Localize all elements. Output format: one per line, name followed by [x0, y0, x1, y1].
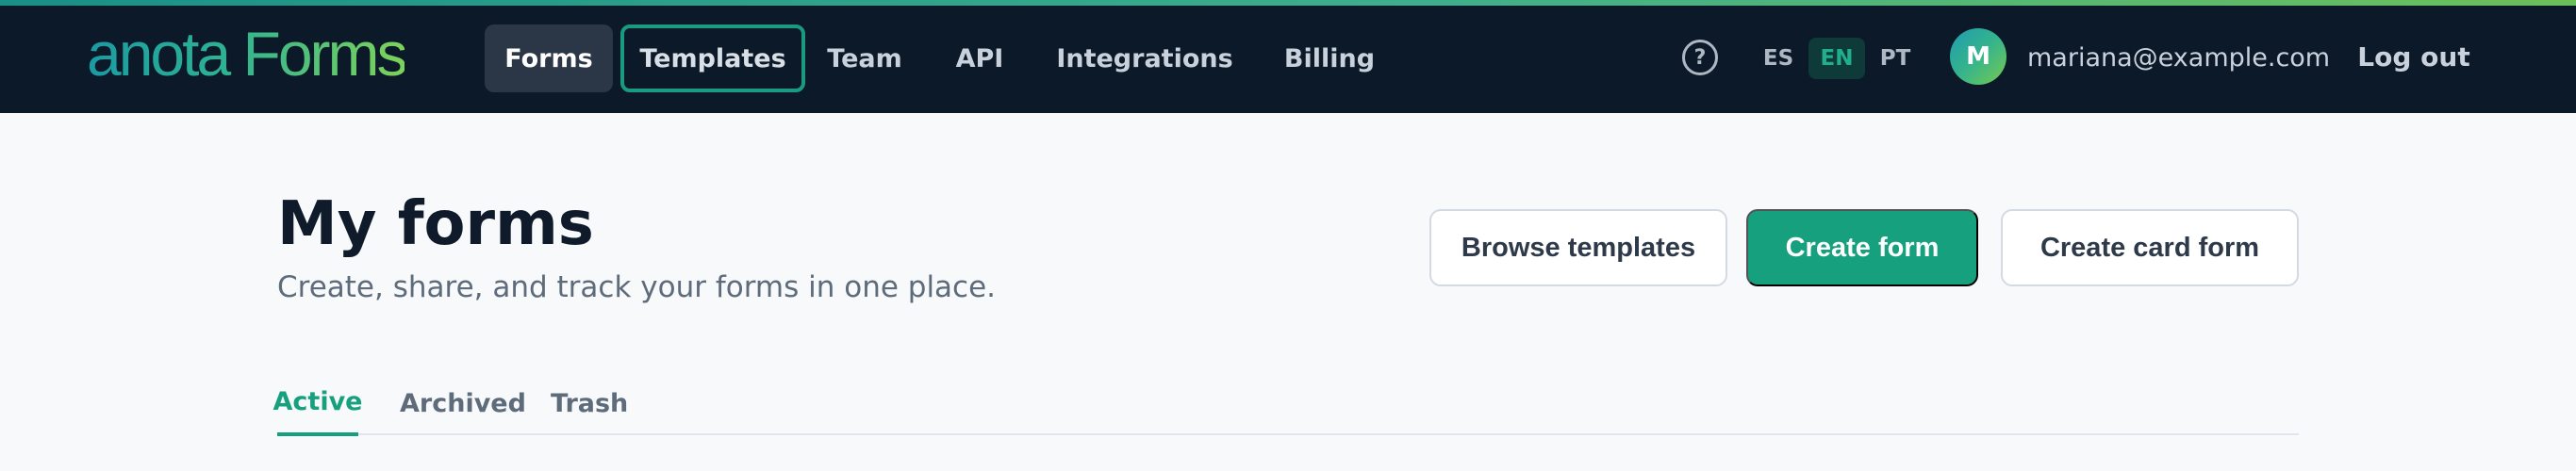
logout-button[interactable]: Log out: [2348, 34, 2480, 79]
user-email[interactable]: mariana@example.com: [2027, 40, 2330, 77]
nav-item-integrations[interactable]: Integrations: [1033, 24, 1256, 92]
browse-templates-button[interactable]: Browse templates: [1429, 209, 1727, 286]
nav-item-api[interactable]: API: [935, 24, 1024, 92]
page-title: My forms: [277, 189, 594, 259]
language-en-button[interactable]: EN: [1808, 38, 1865, 79]
brand-logo[interactable]: anota Forms: [87, 21, 407, 87]
page-subtitle: Create, share, and track your forms in o…: [277, 270, 997, 304]
nav-item-team[interactable]: Team: [805, 24, 924, 92]
user-avatar[interactable]: M: [1950, 28, 2006, 85]
create-card-form-button[interactable]: Create card form: [2001, 209, 2299, 286]
tab-active[interactable]: Active: [273, 371, 363, 436]
tab-archived[interactable]: Archived: [400, 371, 526, 435]
language-pt-button[interactable]: PT: [1873, 38, 1918, 79]
accent-strip: [0, 0, 2576, 6]
main-nav: Forms Templates Team API Integrations Bi…: [485, 24, 1395, 92]
top-navigation-bar: anota Forms Forms Templates Team API Int…: [0, 0, 2576, 113]
nav-item-forms[interactable]: Forms: [485, 24, 613, 92]
nav-item-templates[interactable]: Templates: [620, 24, 805, 92]
question-circle-icon[interactable]: ?: [1682, 40, 1718, 75]
tab-trash[interactable]: Trash: [551, 371, 628, 435]
nav-item-billing[interactable]: Billing: [1263, 24, 1395, 92]
language-es-button[interactable]: ES: [1756, 38, 1801, 79]
create-form-button[interactable]: Create form: [1746, 209, 1978, 286]
forms-tabs: Active Archived Trash: [273, 371, 2299, 436]
